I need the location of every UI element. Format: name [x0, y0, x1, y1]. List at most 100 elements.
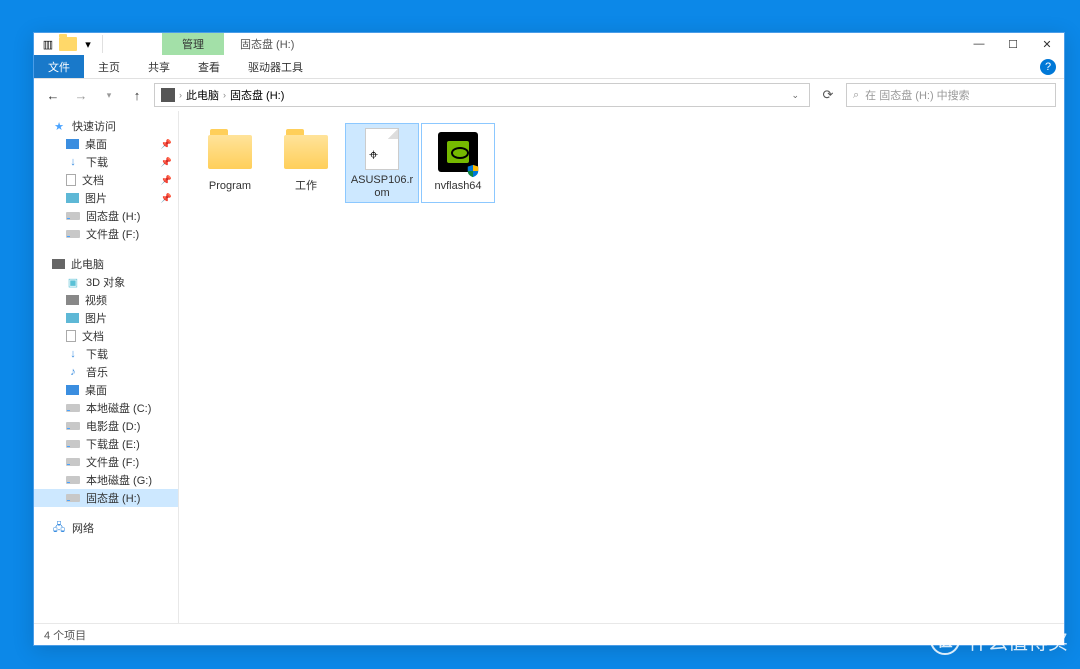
cube-icon: ▣	[66, 275, 80, 289]
desktop-icon	[66, 385, 79, 395]
maximize-button[interactable]: ☐	[996, 33, 1030, 55]
status-bar: 4 个项目	[34, 623, 1064, 645]
ribbon: 文件 主页 共享 查看 驱动器工具 ?	[34, 55, 1064, 79]
nav-downloads2[interactable]: ↓下载	[34, 345, 178, 363]
tab-home[interactable]: 主页	[84, 55, 134, 78]
nav-movie-d[interactable]: 电影盘 (D:)	[34, 417, 178, 435]
quick-access-toolbar: ▥ ▾	[34, 33, 112, 55]
file-label: Program	[209, 180, 251, 193]
drive-icon	[66, 458, 80, 466]
nav-videos[interactable]: 视频	[34, 291, 178, 309]
pin-icon: 📌	[161, 139, 172, 150]
document-icon	[66, 174, 76, 186]
document-icon	[66, 330, 76, 342]
chevron-right-icon: ›	[179, 90, 182, 100]
drive-icon	[66, 440, 80, 448]
drive-icon	[66, 494, 80, 502]
tab-share[interactable]: 共享	[134, 55, 184, 78]
pictures-icon	[66, 193, 79, 203]
close-button[interactable]: ✕	[1030, 33, 1064, 55]
breadcrumb-location[interactable]: 固态盘 (H:)	[230, 87, 284, 103]
pictures-icon	[66, 313, 79, 323]
nav-dl-e[interactable]: 下载盘 (E:)	[34, 435, 178, 453]
titlebar: ▥ ▾ 管理 固态盘 (H:) — ☐ ✕	[34, 33, 1064, 55]
nav-desktop[interactable]: 桌面📌	[34, 135, 178, 153]
file-nvflash64[interactable]: nvflash64	[421, 123, 495, 203]
address-bar[interactable]: › 此电脑 › 固态盘 (H:) ⌄	[154, 83, 810, 107]
body: ★快速访问 桌面📌 ↓下载📌 文档📌 图片📌 固态盘 (H:) 文件盘 (F:)…	[34, 111, 1064, 623]
address-bar-row: ← → ▾ ↑ › 此电脑 › 固态盘 (H:) ⌄ ⟳ ⌕ 在 固态盘 (H:…	[34, 79, 1064, 111]
file-list[interactable]: Program 工作 ASUSP106.rom ⌖	[179, 111, 1064, 623]
help-icon[interactable]: ?	[1040, 59, 1056, 75]
nav-documents[interactable]: 文档📌	[34, 171, 178, 189]
file-label: 工作	[295, 180, 317, 193]
separator	[102, 35, 103, 53]
nav-local-g[interactable]: 本地磁盘 (G:)	[34, 471, 178, 489]
up-button[interactable]: ↑	[126, 84, 148, 106]
app-icon: ▥	[40, 36, 56, 52]
nav-quick-access[interactable]: ★快速访问	[34, 117, 178, 135]
drive-icon	[66, 230, 80, 238]
navigation-pane[interactable]: ★快速访问 桌面📌 ↓下载📌 文档📌 图片📌 固态盘 (H:) 文件盘 (F:)…	[34, 111, 179, 623]
back-button[interactable]: ←	[42, 84, 64, 106]
nav-ssd-h[interactable]: 固态盘 (H:)	[34, 207, 178, 225]
nav-network[interactable]: 🖧网络	[34, 519, 178, 537]
tab-view[interactable]: 查看	[184, 55, 234, 78]
window-controls: — ☐ ✕	[962, 33, 1064, 55]
tab-drive-tools[interactable]: 驱动器工具	[234, 55, 317, 78]
nav-3d-objects[interactable]: ▣3D 对象	[34, 273, 178, 291]
pin-icon: 📌	[161, 157, 172, 168]
nav-this-pc[interactable]: 此电脑	[34, 255, 178, 273]
nav-ssd-h2[interactable]: 固态盘 (H:)	[34, 489, 178, 507]
nav-pictures[interactable]: 图片📌	[34, 189, 178, 207]
down-icon[interactable]: ▾	[80, 36, 96, 52]
drive-icon	[66, 212, 80, 220]
nav-downloads[interactable]: ↓下载📌	[34, 153, 178, 171]
tab-file[interactable]: 文件	[34, 55, 84, 78]
folder-program[interactable]: Program	[193, 123, 267, 203]
refresh-button[interactable]: ⟳	[816, 83, 840, 107]
item-count: 4 个项目	[44, 627, 86, 643]
file-icon	[365, 128, 399, 170]
nav-music[interactable]: ♪音乐	[34, 363, 178, 381]
breadcrumb-pc[interactable]: 此电脑	[186, 87, 219, 103]
download-icon: ↓	[66, 347, 80, 361]
search-placeholder: 在 固态盘 (H:) 中搜索	[865, 87, 970, 103]
chevron-down-icon[interactable]: ⌄	[787, 90, 803, 101]
uac-shield-icon	[466, 164, 480, 178]
minimize-button[interactable]: —	[962, 33, 996, 55]
nav-documents2[interactable]: 文档	[34, 327, 178, 345]
drive-icon	[66, 422, 80, 430]
file-label: nvflash64	[434, 180, 481, 193]
file-rom[interactable]: ASUSP106.rom ⌖	[345, 123, 419, 203]
nav-local-c[interactable]: 本地磁盘 (C:)	[34, 399, 178, 417]
drive-icon	[66, 476, 80, 484]
video-icon	[66, 295, 79, 305]
pc-icon	[52, 259, 65, 269]
search-input[interactable]: ⌕ 在 固态盘 (H:) 中搜索	[846, 83, 1056, 107]
forward-button[interactable]: →	[70, 84, 92, 106]
recent-dropdown[interactable]: ▾	[98, 84, 120, 106]
search-icon: ⌕	[853, 89, 859, 102]
music-icon: ♪	[66, 365, 80, 379]
folder-work[interactable]: 工作	[269, 123, 343, 203]
pin-icon: 📌	[161, 193, 172, 204]
folder-icon	[59, 37, 77, 51]
pin-icon: 📌	[161, 175, 172, 186]
nav-docs-f[interactable]: 文件盘 (F:)	[34, 225, 178, 243]
desktop-icon	[66, 139, 79, 149]
drive-icon	[66, 404, 80, 412]
drive-icon	[161, 88, 175, 102]
folder-icon	[208, 135, 252, 169]
file-label: ASUSP106.rom	[348, 174, 416, 200]
nav-desktop2[interactable]: 桌面	[34, 381, 178, 399]
chevron-right-icon: ›	[223, 90, 226, 100]
explorer-window: ▥ ▾ 管理 固态盘 (H:) — ☐ ✕ 文件 主页 共享 查看 驱动器工具 …	[33, 32, 1065, 646]
download-icon: ↓	[66, 155, 80, 169]
network-icon: 🖧	[52, 521, 66, 535]
contextual-tab-label: 管理	[162, 33, 224, 55]
star-icon: ★	[52, 119, 66, 133]
nav-pictures2[interactable]: 图片	[34, 309, 178, 327]
title-tabs: 管理 固态盘 (H:)	[162, 33, 310, 55]
nav-docs-f2[interactable]: 文件盘 (F:)	[34, 453, 178, 471]
